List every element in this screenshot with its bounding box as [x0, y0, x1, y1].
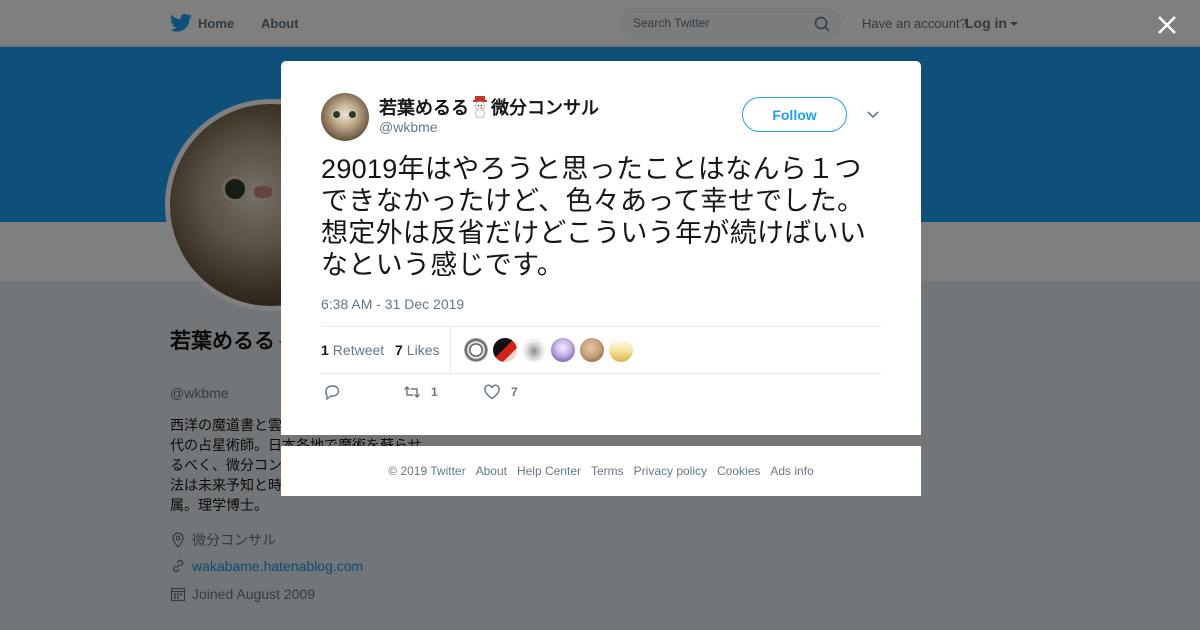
fullname-part1: 若葉めるる	[379, 98, 469, 118]
reply-icon	[325, 385, 340, 401]
fullname-part2: 微分コンサル	[491, 98, 599, 118]
chevron-down-icon[interactable]	[865, 109, 881, 121]
retweet-stat-label: Retweet	[332, 342, 385, 358]
footer-copyright: © 2019 Twitter	[388, 464, 466, 478]
follow-button[interactable]: Follow	[742, 97, 847, 132]
retweet-stat-count: 1	[321, 342, 329, 358]
avatar-eye-right	[348, 110, 357, 119]
liker-avatar[interactable]	[522, 338, 546, 362]
reply-button[interactable]	[323, 383, 341, 401]
footer-privacy-link[interactable]: Privacy policy	[634, 464, 707, 478]
liker-avatar[interactable]	[580, 338, 604, 362]
avatar-eye-left	[332, 110, 341, 119]
footer-ads-link[interactable]: Ads info	[770, 464, 813, 478]
footer-terms-link[interactable]: Terms	[591, 464, 624, 478]
modal-footer: © 2019 Twitter About Help Center Terms P…	[281, 446, 921, 496]
likes-stat-label: Likes	[406, 342, 440, 358]
liker-avatar[interactable]	[464, 338, 488, 362]
footer-help-link[interactable]: Help Center	[517, 464, 581, 478]
likes-stat-count: 7	[395, 342, 403, 358]
tweet-fullname[interactable]: 若葉めるる 微分コンサル	[379, 94, 599, 120]
tweet-timestamp[interactable]: 6:38 AM - 31 Dec 2019	[321, 296, 464, 312]
stats-divider	[450, 327, 451, 374]
heart-icon	[484, 384, 500, 400]
like-action-count: 7	[511, 385, 518, 399]
tweet-text: 29019年はやろうと思ったことはなんら１つできなかったけど、色々あって幸せでし…	[321, 154, 867, 280]
tweet-avatar[interactable]	[321, 93, 369, 141]
tweet-stats: 1 Retweet 7 Likes	[321, 326, 881, 374]
liker-avatar[interactable]	[551, 338, 575, 362]
retweet-icon	[404, 386, 420, 398]
like-button[interactable]: 7	[483, 383, 518, 401]
tweet-actions: 1 7	[321, 383, 881, 407]
liker-avatar[interactable]	[493, 338, 517, 362]
footer-cookies-link[interactable]: Cookies	[717, 464, 760, 478]
close-icon[interactable]	[1152, 10, 1182, 40]
retweet-action-count: 1	[431, 385, 438, 399]
snowman-icon	[473, 96, 487, 118]
likes-stat[interactable]: 7 Likes	[395, 342, 439, 358]
footer-about-link[interactable]: About	[476, 464, 507, 478]
liker-avatar[interactable]	[609, 338, 633, 362]
tweet-username[interactable]: @wkbme	[379, 119, 438, 135]
retweet-stat[interactable]: 1 Retweet	[321, 342, 384, 358]
retweet-button[interactable]: 1	[403, 383, 438, 401]
tweet-permalink-modal: 若葉めるる 微分コンサル @wkbme Follow 29019年はやろうと思っ…	[281, 61, 921, 435]
